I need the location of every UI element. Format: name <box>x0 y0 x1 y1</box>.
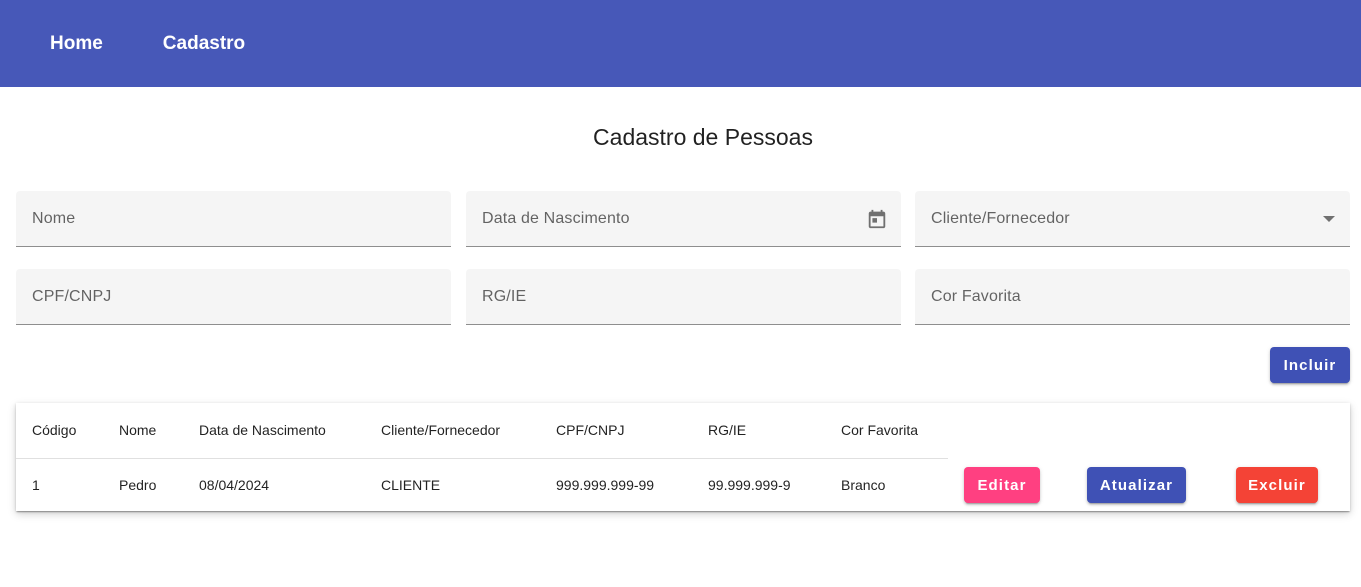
cor-favorita-field[interactable] <box>915 269 1350 325</box>
atualizar-button[interactable]: Atualizar <box>1087 467 1186 503</box>
rg-ie-input[interactable] <box>482 287 885 306</box>
data-nascimento-field[interactable] <box>466 191 901 247</box>
cell-cpf-cnpj: 999.999.999-99 <box>556 477 655 493</box>
page-title: Cadastro de Pessoas <box>593 124 813 150</box>
column-header-codigo: Código <box>32 422 77 438</box>
cell-nome: Pedro <box>119 477 157 493</box>
header-divider <box>16 458 948 459</box>
data-nascimento-input[interactable] <box>482 209 885 228</box>
column-header-cliente-fornecedor: Cliente/Fornecedor <box>381 422 501 438</box>
incluir-button[interactable]: Incluir <box>1270 347 1350 383</box>
dropdown-arrow-icon[interactable] <box>1322 213 1336 225</box>
excluir-button[interactable]: Excluir <box>1236 467 1318 503</box>
cell-rg-ie: 99.999.999-9 <box>708 477 791 493</box>
column-header-cpf-cnpj: CPF/CNPJ <box>556 422 625 438</box>
nav-link-cadastro[interactable]: Cadastro <box>141 25 267 63</box>
cliente-fornecedor-label: Cliente/Fornecedor <box>931 209 1070 227</box>
cpf-cnpj-input[interactable] <box>32 287 435 306</box>
column-header-nome: Nome <box>119 422 157 438</box>
column-header-rg-ie: RG/IE <box>708 422 747 438</box>
nome-field[interactable] <box>16 191 451 247</box>
column-header-cor-favorita: Cor Favorita <box>841 422 919 438</box>
calendar-icon[interactable] <box>865 207 889 231</box>
cor-favorita-input[interactable] <box>931 287 1334 306</box>
cliente-fornecedor-select[interactable]: Cliente/Fornecedor <box>915 191 1350 247</box>
nome-input[interactable] <box>32 209 435 228</box>
editar-button[interactable]: Editar <box>964 467 1040 503</box>
column-header-data-nascimento: Data de Nascimento <box>199 422 326 438</box>
cell-cliente-fornecedor: CLIENTE <box>381 477 441 493</box>
cell-data-nascimento: 08/04/2024 <box>199 477 270 493</box>
rg-ie-field[interactable] <box>466 269 901 325</box>
nav-link-home[interactable]: Home <box>28 25 125 63</box>
cell-codigo: 1 <box>32 477 40 493</box>
cell-cor-favorita: Branco <box>841 477 886 493</box>
cpf-cnpj-field[interactable] <box>16 269 451 325</box>
pessoas-table: Código Nome Data de Nascimento Cliente/F… <box>16 403 1350 511</box>
top-toolbar: Home Cadastro <box>0 0 1361 87</box>
